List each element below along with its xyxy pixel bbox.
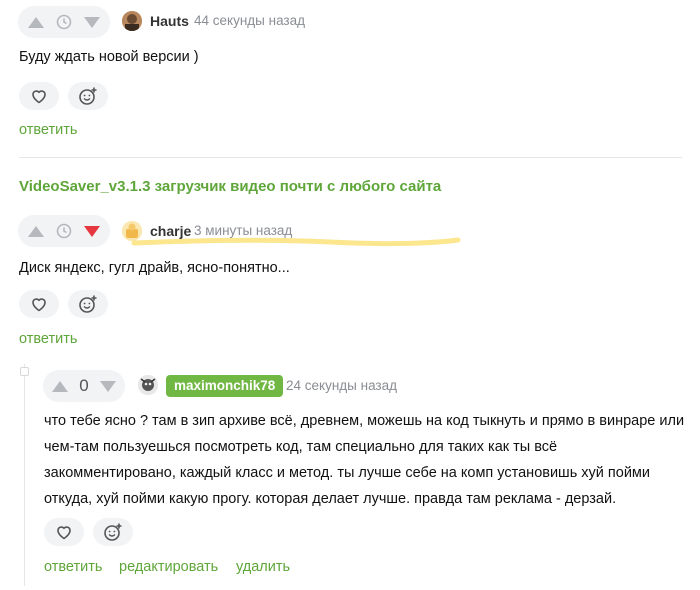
clock-icon <box>56 223 72 239</box>
downvote-icon[interactable] <box>84 16 100 28</box>
edit-link[interactable]: редактировать <box>119 559 218 575</box>
heart-icon <box>57 526 71 540</box>
avatar-image <box>122 11 142 31</box>
downvote-icon[interactable] <box>84 225 100 237</box>
upvote-icon[interactable] <box>28 225 44 237</box>
vote-score: 0 <box>79 376 89 395</box>
comment-text: Буду ждать новой версии ) <box>19 49 199 65</box>
like-button[interactable] <box>19 290 59 318</box>
comment-text-line: откуда, хуй пойми какую прогу. которая д… <box>44 491 617 507</box>
emoji-add-icon <box>79 295 97 313</box>
upvote-icon[interactable] <box>28 16 44 28</box>
comment-text-line: закомментировано, каждый класс и метод. … <box>44 465 650 481</box>
like-button[interactable] <box>44 518 84 546</box>
post-title-link[interactable]: VideoSaver_v3.1.3 загрузчик видео почти … <box>19 178 441 195</box>
comment-text: Диск яндекс, гугл драйв, ясно-понятно... <box>19 260 290 276</box>
emoji-add-icon <box>104 523 122 541</box>
like-button[interactable] <box>19 82 59 110</box>
comment-author[interactable]: charje <box>150 223 191 239</box>
comment-text: что тебе ясно ? там в зип архиве всё, др… <box>44 408 689 512</box>
clock-icon <box>56 14 72 30</box>
reply-link[interactable]: ответить <box>19 331 77 347</box>
comment-time[interactable]: 44 секунды назад <box>194 13 305 28</box>
author-badge[interactable]: maximonchik78 <box>166 375 284 397</box>
divider <box>19 157 682 158</box>
delete-link[interactable]: удалить <box>236 559 290 575</box>
vote-box: 0 <box>43 370 125 402</box>
thread-connector <box>20 367 29 376</box>
vote-box <box>18 6 110 38</box>
reply-link[interactable]: ответить <box>19 122 77 138</box>
comment-text-line: что тебе ясно ? там в зип архиве всё, др… <box>44 413 685 429</box>
reply-link[interactable]: ответить <box>44 559 102 575</box>
upvote-icon[interactable] <box>52 380 68 392</box>
comment-author[interactable]: Hauts <box>150 13 189 29</box>
emoji-add-icon <box>79 87 97 105</box>
avatar[interactable] <box>122 11 142 31</box>
vote-box <box>18 215 110 247</box>
downvote-icon[interactable] <box>100 380 116 392</box>
avatar[interactable] <box>138 375 158 395</box>
comment-time[interactable]: 24 секунды назад <box>286 378 397 393</box>
avatar-image <box>138 375 158 395</box>
add-reaction-button[interactable] <box>68 82 108 110</box>
thread-line[interactable] <box>24 364 25 586</box>
add-reaction-button[interactable] <box>93 518 133 546</box>
comment-text-line: чем-там пользуешься посмотреть код, там … <box>44 439 558 455</box>
heart-icon <box>32 90 46 104</box>
add-reaction-button[interactable] <box>68 290 108 318</box>
heart-icon <box>32 298 46 312</box>
comment-time[interactable]: 3 минуты назад <box>194 223 292 238</box>
